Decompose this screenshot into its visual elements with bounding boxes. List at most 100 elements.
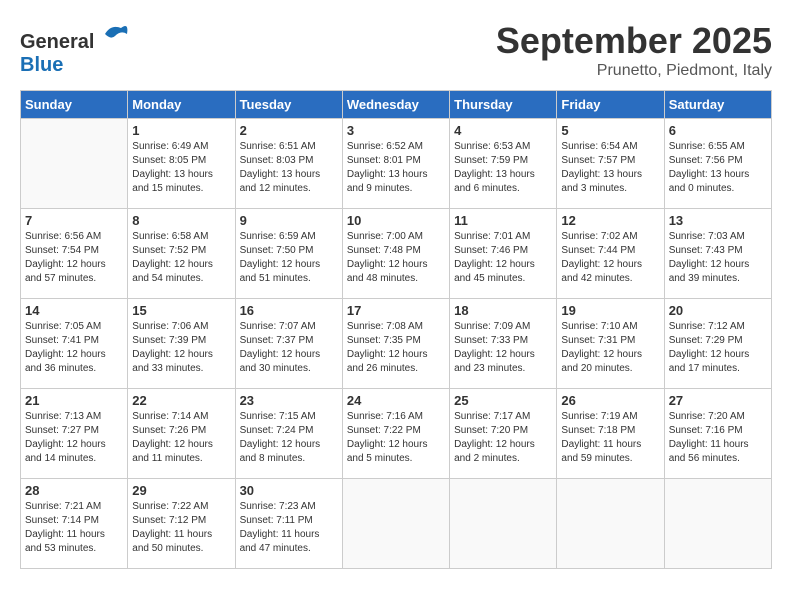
day-number: 23 bbox=[240, 393, 338, 408]
header: General Blue September 2025 Prunetto, Pi… bbox=[20, 20, 772, 80]
day-cell bbox=[21, 119, 128, 209]
day-number: 8 bbox=[132, 213, 230, 228]
day-number: 25 bbox=[454, 393, 552, 408]
day-cell: 13Sunrise: 7:03 AMSunset: 7:43 PMDayligh… bbox=[664, 209, 771, 299]
day-cell: 8 Sunrise: 6:58 AMSunset: 7:52 PMDaylight… bbox=[128, 209, 235, 299]
day-info: Sunrise: 7:19 AMSunset: 7:18 PMDaylight:… bbox=[561, 410, 659, 466]
week-row-0: 1 Sunrise: 6:49 AMSunset: 8:05 PMDaylight… bbox=[21, 119, 772, 209]
day-number: 18 bbox=[454, 303, 552, 318]
day-cell: 16Sunrise: 7:07 AMSunset: 7:37 PMDayligh… bbox=[235, 299, 342, 389]
day-info: Sunrise: 7:05 AMSunset: 7:41 PMDaylight:… bbox=[25, 320, 123, 376]
day-info: Sunrise: 7:17 AMSunset: 7:20 PMDaylight:… bbox=[454, 410, 552, 466]
day-cell: 3 Sunrise: 6:52 AMSunset: 8:01 PMDaylight… bbox=[342, 119, 449, 209]
day-cell: 10 Sunrise: 7:00 AMSunset: 7:48 PMDayligh… bbox=[342, 209, 449, 299]
day-cell: 14Sunrise: 7:05 AMSunset: 7:41 PMDayligh… bbox=[21, 299, 128, 389]
day-info: Sunrise: 6:58 AMSunset: 7:52 PMDaylight:… bbox=[132, 230, 230, 286]
day-cell: 30Sunrise: 7:23 AMSunset: 7:11 PMDayligh… bbox=[235, 479, 342, 569]
week-row-2: 14Sunrise: 7:05 AMSunset: 7:41 PMDayligh… bbox=[21, 299, 772, 389]
day-number: 1 bbox=[132, 123, 230, 138]
day-info: Sunrise: 7:12 AMSunset: 7:29 PMDaylight:… bbox=[669, 320, 767, 376]
day-cell: 23 Sunrise: 7:15 AMSunset: 7:24 PMDayligh… bbox=[235, 389, 342, 479]
day-info: Sunrise: 7:15 AMSunset: 7:24 PMDaylight:… bbox=[240, 410, 338, 466]
location-title: Prunetto, Piedmont, Italy bbox=[496, 62, 772, 80]
day-info: Sunrise: 7:00 AMSunset: 7:48 PMDaylight:… bbox=[347, 230, 445, 286]
day-info: Sunrise: 7:10 AMSunset: 7:31 PMDaylight:… bbox=[561, 320, 659, 376]
day-cell: 27 Sunrise: 7:20 AMSunset: 7:16 PMDayligh… bbox=[664, 389, 771, 479]
day-number: 9 bbox=[240, 213, 338, 228]
day-info: Sunrise: 6:52 AMSunset: 8:01 PMDaylight:… bbox=[347, 140, 445, 196]
day-info: Sunrise: 6:56 AMSunset: 7:54 PMDaylight:… bbox=[25, 230, 123, 286]
day-number: 17 bbox=[347, 303, 445, 318]
weekday-header-saturday: Saturday bbox=[664, 91, 771, 119]
day-number: 22 bbox=[132, 393, 230, 408]
day-number: 19 bbox=[561, 303, 659, 318]
day-cell: 7Sunrise: 6:56 AMSunset: 7:54 PMDaylight… bbox=[21, 209, 128, 299]
day-number: 27 bbox=[669, 393, 767, 408]
day-info: Sunrise: 7:22 AMSunset: 7:12 PMDaylight:… bbox=[132, 500, 230, 556]
weekday-header-row: SundayMondayTuesdayWednesdayThursdayFrid… bbox=[21, 91, 772, 119]
day-number: 24 bbox=[347, 393, 445, 408]
day-cell: 2Sunrise: 6:51 AMSunset: 8:03 PMDaylight… bbox=[235, 119, 342, 209]
calendar: SundayMondayTuesdayWednesdayThursdayFrid… bbox=[20, 90, 772, 569]
week-row-1: 7Sunrise: 6:56 AMSunset: 7:54 PMDaylight… bbox=[21, 209, 772, 299]
logo-blue: Blue bbox=[20, 54, 63, 76]
day-number: 28 bbox=[25, 483, 123, 498]
calendar-body: 1 Sunrise: 6:49 AMSunset: 8:05 PMDaylight… bbox=[21, 119, 772, 569]
weekday-header-friday: Friday bbox=[557, 91, 664, 119]
day-number: 6 bbox=[669, 123, 767, 138]
day-cell bbox=[450, 479, 557, 569]
day-info: Sunrise: 6:53 AMSunset: 7:59 PMDaylight:… bbox=[454, 140, 552, 196]
weekday-header-wednesday: Wednesday bbox=[342, 91, 449, 119]
logo: General Blue bbox=[20, 20, 129, 77]
logo-text: General Blue bbox=[20, 20, 129, 77]
weekday-header-sunday: Sunday bbox=[21, 91, 128, 119]
day-number: 3 bbox=[347, 123, 445, 138]
day-cell: 19 Sunrise: 7:10 AMSunset: 7:31 PMDayligh… bbox=[557, 299, 664, 389]
day-info: Sunrise: 7:16 AMSunset: 7:22 PMDaylight:… bbox=[347, 410, 445, 466]
day-info: Sunrise: 7:23 AMSunset: 7:11 PMDaylight:… bbox=[240, 500, 338, 556]
day-number: 15 bbox=[132, 303, 230, 318]
day-cell: 4 Sunrise: 6:53 AMSunset: 7:59 PMDaylight… bbox=[450, 119, 557, 209]
day-info: Sunrise: 7:08 AMSunset: 7:35 PMDaylight:… bbox=[347, 320, 445, 376]
day-cell: 12Sunrise: 7:02 AMSunset: 7:44 PMDayligh… bbox=[557, 209, 664, 299]
day-info: Sunrise: 7:07 AMSunset: 7:37 PMDaylight:… bbox=[240, 320, 338, 376]
month-title: September 2025 bbox=[496, 20, 772, 62]
day-cell: 17 Sunrise: 7:08 AMSunset: 7:35 PMDayligh… bbox=[342, 299, 449, 389]
logo-general: General bbox=[20, 31, 94, 53]
day-info: Sunrise: 7:09 AMSunset: 7:33 PMDaylight:… bbox=[454, 320, 552, 376]
week-row-3: 21 Sunrise: 7:13 AMSunset: 7:27 PMDayligh… bbox=[21, 389, 772, 479]
day-number: 11 bbox=[454, 213, 552, 228]
day-info: Sunrise: 6:55 AMSunset: 7:56 PMDaylight:… bbox=[669, 140, 767, 196]
day-info: Sunrise: 7:06 AMSunset: 7:39 PMDaylight:… bbox=[132, 320, 230, 376]
day-cell: 29 Sunrise: 7:22 AMSunset: 7:12 PMDayligh… bbox=[128, 479, 235, 569]
day-number: 21 bbox=[25, 393, 123, 408]
day-cell: 5Sunrise: 6:54 AMSunset: 7:57 PMDaylight… bbox=[557, 119, 664, 209]
day-cell: 9 Sunrise: 6:59 AMSunset: 7:50 PMDaylight… bbox=[235, 209, 342, 299]
day-info: Sunrise: 7:21 AMSunset: 7:14 PMDaylight:… bbox=[25, 500, 123, 556]
day-number: 4 bbox=[454, 123, 552, 138]
day-cell: 25 Sunrise: 7:17 AMSunset: 7:20 PMDayligh… bbox=[450, 389, 557, 479]
day-number: 13 bbox=[669, 213, 767, 228]
day-cell: 21 Sunrise: 7:13 AMSunset: 7:27 PMDayligh… bbox=[21, 389, 128, 479]
day-info: Sunrise: 7:02 AMSunset: 7:44 PMDaylight:… bbox=[561, 230, 659, 286]
day-info: Sunrise: 6:49 AMSunset: 8:05 PMDaylight:… bbox=[132, 140, 230, 196]
day-number: 26 bbox=[561, 393, 659, 408]
day-info: Sunrise: 7:13 AMSunset: 7:27 PMDaylight:… bbox=[25, 410, 123, 466]
week-row-4: 28 Sunrise: 7:21 AMSunset: 7:14 PMDayligh… bbox=[21, 479, 772, 569]
day-cell: 15 Sunrise: 7:06 AMSunset: 7:39 PMDayligh… bbox=[128, 299, 235, 389]
day-number: 29 bbox=[132, 483, 230, 498]
day-cell: 28 Sunrise: 7:21 AMSunset: 7:14 PMDayligh… bbox=[21, 479, 128, 569]
day-cell: 24 Sunrise: 7:16 AMSunset: 7:22 PMDayligh… bbox=[342, 389, 449, 479]
day-number: 20 bbox=[669, 303, 767, 318]
title-area: September 2025 Prunetto, Piedmont, Italy bbox=[496, 20, 772, 80]
day-number: 10 bbox=[347, 213, 445, 228]
day-cell: 22Sunrise: 7:14 AMSunset: 7:26 PMDayligh… bbox=[128, 389, 235, 479]
day-info: Sunrise: 7:20 AMSunset: 7:16 PMDaylight:… bbox=[669, 410, 767, 466]
weekday-header-monday: Monday bbox=[128, 91, 235, 119]
logo-bird-icon bbox=[101, 20, 129, 48]
day-info: Sunrise: 6:59 AMSunset: 7:50 PMDaylight:… bbox=[240, 230, 338, 286]
weekday-header-tuesday: Tuesday bbox=[235, 91, 342, 119]
day-cell: 18 Sunrise: 7:09 AMSunset: 7:33 PMDayligh… bbox=[450, 299, 557, 389]
day-info: Sunrise: 6:54 AMSunset: 7:57 PMDaylight:… bbox=[561, 140, 659, 196]
day-cell: 1 Sunrise: 6:49 AMSunset: 8:05 PMDaylight… bbox=[128, 119, 235, 209]
